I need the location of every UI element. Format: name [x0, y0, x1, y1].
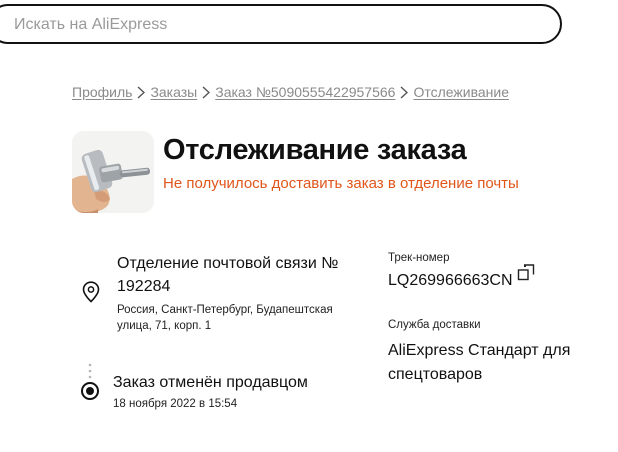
tracking-number-label: Трек-номер	[388, 252, 450, 264]
page-title: Отслеживание заказа	[163, 134, 467, 166]
tracking-number[interactable]: LQ269966663CN	[388, 272, 513, 290]
delivery-service-name: AliExpress Стандарт для спецтоваров	[388, 342, 571, 383]
breadcrumb: Профиль Заказы Заказ №5090555422957566 О…	[72, 84, 509, 100]
order-tracking-page: Профиль Заказы Заказ №5090555422957566 О…	[0, 0, 618, 452]
delivery-service-label: Служба доставки	[388, 319, 481, 331]
breadcrumb-order[interactable]: Заказ №5090555422957566	[215, 84, 395, 100]
timeline-event-date: 18 ноября 2022 в 15:54	[113, 398, 238, 410]
chevron-right-icon	[395, 85, 413, 99]
breadcrumb-tracking[interactable]: Отслеживание	[413, 84, 509, 100]
timeline-connector	[88, 363, 92, 379]
breadcrumb-orders[interactable]: Заказы	[150, 84, 197, 100]
product-image	[72, 131, 154, 213]
delivery-status-message: Не получилось доставить заказ в отделени…	[163, 175, 519, 192]
chevron-right-icon	[197, 85, 215, 99]
search-bar[interactable]	[0, 4, 562, 44]
chevron-right-icon	[132, 85, 150, 99]
search-input[interactable]	[14, 12, 534, 38]
product-thumbnail[interactable]	[72, 131, 154, 213]
post-office-title: Отделение почтовой связи № 192284	[117, 255, 339, 295]
search-icon[interactable]	[0, 17, 4, 33]
breadcrumb-profile[interactable]: Профиль	[72, 84, 132, 100]
post-office-address: Россия, Санкт-Петербург, Будапештская ул…	[117, 304, 333, 332]
timeline-event-title: Заказ отменён продавцом	[113, 374, 308, 391]
copy-icon[interactable]	[517, 263, 535, 281]
location-pin-icon	[82, 281, 100, 303]
timeline-current-dot-icon	[81, 382, 99, 400]
